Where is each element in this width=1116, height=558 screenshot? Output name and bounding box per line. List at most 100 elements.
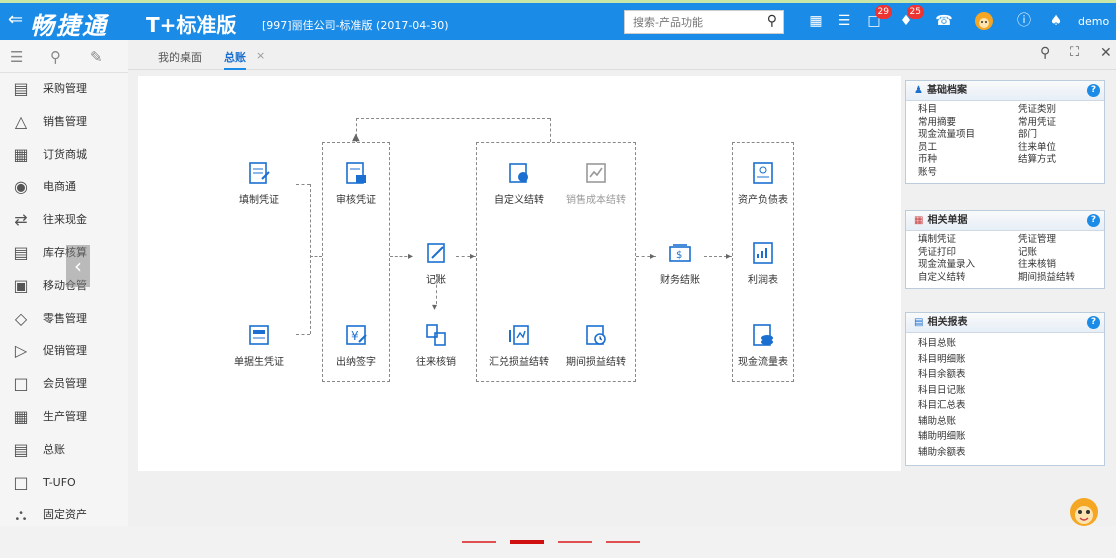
list-icon[interactable]: ☰ bbox=[834, 11, 854, 31]
sidebar-item[interactable]: ▦ 订货商城 bbox=[0, 139, 128, 172]
promotion-icon: ▷ bbox=[14, 341, 28, 361]
basic-link[interactable]: 往来单位 bbox=[1018, 142, 1116, 155]
basic-link[interactable]: 现金流量项目 bbox=[918, 129, 1018, 142]
basic-archive-panel: ♟ 基础档案? 科目 凭证类别 常用摘要 常用凭证 现金流量项目 部门 员工 往来单位 币种 结算方… bbox=[905, 80, 1105, 184]
report-link[interactable]: 辅助总账 bbox=[918, 414, 1104, 430]
help-icon[interactable]: ? bbox=[1087, 214, 1100, 227]
basic-link[interactable]: 凭证类别 bbox=[1018, 104, 1116, 117]
exchange-icon: ⇄ bbox=[14, 210, 28, 230]
prev-page-arrow[interactable]: ‹ bbox=[66, 245, 90, 287]
income-statement-node[interactable]: 利润表 bbox=[726, 240, 800, 286]
fx-gain-transfer-node[interactable]: 汇兑损益结转 bbox=[482, 322, 556, 368]
search-icon[interactable]: ⚲ bbox=[767, 13, 777, 29]
tab-general-ledger[interactable]: 总账 bbox=[224, 49, 246, 70]
sidebar-item[interactable]: ▷ 促销管理 bbox=[0, 335, 128, 368]
cashflow-statement-node[interactable]: 现金流量表 bbox=[726, 322, 800, 368]
financial-close-node[interactable]: $ 财务结账 bbox=[643, 240, 717, 286]
fill-voucher-icon bbox=[249, 162, 270, 184]
basic-link[interactable]: 员工 bbox=[918, 142, 1018, 155]
notification-icon[interactable]: ♦ 25 bbox=[896, 5, 924, 31]
docs-link[interactable]: 现金流量录入 bbox=[918, 259, 1018, 272]
fullscreen-icon[interactable]: ⛶ bbox=[1070, 45, 1079, 60]
help-icon[interactable]: ? bbox=[1087, 316, 1100, 329]
bill-voucher-node[interactable]: 单据生凭证 bbox=[222, 322, 296, 368]
docs-link[interactable]: 凭证管理 bbox=[1018, 234, 1116, 247]
phone-icon[interactable]: ☎ bbox=[934, 11, 954, 31]
report-link[interactable]: 科目余额表 bbox=[918, 367, 1104, 383]
review-voucher-node[interactable]: 审核凭证 bbox=[319, 160, 393, 206]
tab-bar: 我的桌面 总账 × ⚲ ⛶ ✕ bbox=[128, 40, 1116, 70]
docs-link[interactable]: 自定义结转 bbox=[918, 272, 1018, 285]
report-link[interactable]: 辅助余额表 bbox=[918, 445, 1104, 461]
sidebar-item[interactable]: ▦ 生产管理 bbox=[0, 401, 128, 434]
basic-link[interactable]: 结算方式 bbox=[1018, 154, 1116, 167]
sidebar-item[interactable]: ▤ 总账 bbox=[0, 434, 128, 467]
balance-sheet-icon bbox=[753, 162, 773, 184]
username[interactable]: demo bbox=[1078, 15, 1109, 28]
post-node[interactable]: 记账 bbox=[399, 240, 473, 286]
page-dot-4[interactable] bbox=[606, 541, 640, 543]
page-dot-1[interactable] bbox=[462, 541, 496, 543]
period-gain-transfer-node[interactable]: 期间损益结转 bbox=[559, 322, 633, 368]
save-icon[interactable]: ▦ bbox=[806, 11, 826, 31]
search-box[interactable]: ⚲ bbox=[624, 10, 784, 34]
tab-home[interactable]: 我的桌面 bbox=[158, 49, 202, 65]
page-indicator bbox=[0, 526, 1116, 558]
custom-transfer-node[interactable]: 自定义结转 bbox=[482, 160, 556, 206]
menu-icon[interactable]: ☰ bbox=[10, 48, 23, 66]
basic-link[interactable]: 常用摘要 bbox=[918, 117, 1018, 130]
cashier-sign-node[interactable]: ¥ 出纳签字 bbox=[319, 322, 393, 368]
fill-voucher-node[interactable]: 填制凭证 bbox=[222, 160, 296, 206]
docs-link[interactable]: 往来核销 bbox=[1018, 259, 1116, 272]
user-icon[interactable]: ♠ bbox=[1046, 11, 1066, 31]
report-link[interactable]: 科目汇总表 bbox=[918, 398, 1104, 414]
general-ledger-flow: ▲ ▸ ▸ ▾ ▸ ▸ 填制凭证 审核凭证 单据生凭证 ¥ 出纳签字 记账 往来… bbox=[138, 76, 901, 471]
balance-sheet-node[interactable]: 资产负债表 bbox=[726, 160, 800, 206]
report-link[interactable]: 科目明细账 bbox=[918, 352, 1104, 368]
help-icon[interactable]: ⓘ bbox=[1014, 11, 1034, 31]
page-dot-2[interactable] bbox=[510, 540, 544, 544]
sidebar-item[interactable]: ▤ 库存核算 bbox=[0, 237, 128, 270]
line-into-review bbox=[310, 256, 322, 257]
report-link[interactable]: 辅助明细账 bbox=[918, 429, 1104, 445]
sidebar-item[interactable]: ◇ 零售管理 bbox=[0, 303, 128, 336]
sales-cost-transfer-node[interactable]: 销售成本结转 bbox=[559, 160, 633, 206]
sidebar-item[interactable]: ◉ 电商通 bbox=[0, 171, 128, 204]
sidebar-item[interactable]: □ 会员管理 bbox=[0, 368, 128, 401]
search-menu-icon[interactable]: ⚲ bbox=[50, 48, 61, 66]
pin-icon[interactable]: ✎ bbox=[90, 48, 103, 66]
docs-link[interactable]: 记账 bbox=[1018, 247, 1116, 260]
bill-voucher-icon bbox=[249, 325, 269, 345]
report-link[interactable]: 科目总账 bbox=[918, 336, 1104, 352]
related-docs-panel: ▦ 相关单据? 填制凭证 凭证管理 凭证打印 记账 现金流量录入 往来核销 自定义结转 期间损益… bbox=[905, 210, 1105, 289]
arrow-to-verify: ▾ bbox=[432, 302, 438, 313]
related-docs-header: ▦ 相关单据? bbox=[906, 211, 1104, 231]
close-all-icon[interactable]: ✕ bbox=[1100, 45, 1112, 61]
docs-link[interactable]: 凭证打印 bbox=[918, 247, 1018, 260]
docs-link[interactable]: 填制凭证 bbox=[918, 234, 1018, 247]
sidebar-item[interactable]: ▤ 采购管理 bbox=[0, 73, 128, 106]
message-icon[interactable]: □ 29 bbox=[864, 5, 892, 31]
sidebar-item[interactable]: ▣ 移动仓管 bbox=[0, 270, 128, 303]
sidebar-item[interactable]: △ 销售管理 bbox=[0, 106, 128, 139]
help-icon[interactable]: ? bbox=[1087, 84, 1100, 97]
sales-cost-transfer-icon bbox=[586, 163, 606, 183]
search-input[interactable] bbox=[625, 11, 755, 33]
basic-link[interactable]: 常用凭证 bbox=[1018, 117, 1116, 130]
ar-ap-verify-node[interactable]: 往来核销 bbox=[399, 322, 473, 368]
basic-link[interactable]: 科目 bbox=[918, 104, 1018, 117]
basic-link[interactable]: 币种 bbox=[918, 154, 1018, 167]
sidebar-item[interactable]: □ T-UFO bbox=[0, 467, 128, 500]
page-dot-3[interactable] bbox=[558, 541, 592, 543]
sidebar-item[interactable]: ⇄ 往来现金 bbox=[0, 204, 128, 237]
search-tab-icon[interactable]: ⚲ bbox=[1040, 45, 1050, 61]
monkey-assistant-icon[interactable] bbox=[1064, 496, 1104, 528]
people-icon: ♟ bbox=[914, 85, 923, 96]
docs-link[interactable]: 期间损益结转 bbox=[1018, 272, 1116, 285]
report-link[interactable]: 科目日记账 bbox=[918, 383, 1104, 399]
tab-close-icon[interactable]: × bbox=[256, 49, 265, 62]
basic-link[interactable]: 部门 bbox=[1018, 129, 1116, 142]
basic-link[interactable]: 账号 bbox=[918, 167, 1018, 180]
back-icon[interactable]: ⇐ bbox=[8, 9, 23, 30]
monkey-avatar-icon[interactable] bbox=[974, 11, 994, 31]
